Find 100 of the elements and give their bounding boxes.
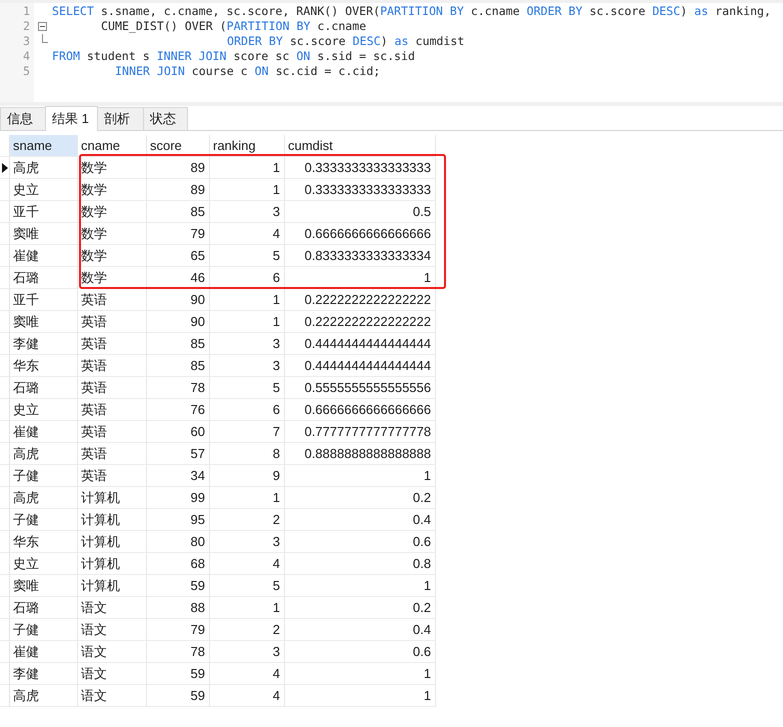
table-cell: 语文 xyxy=(78,597,147,619)
row-header-cell[interactable] xyxy=(0,399,10,421)
table-cell: 语文 xyxy=(78,685,147,707)
table-cell: 60 xyxy=(147,421,210,443)
table-cell: 数学 xyxy=(78,267,147,289)
table-cell: 英语 xyxy=(78,465,147,487)
row-header-cell[interactable] xyxy=(0,663,10,685)
column-header[interactable]: sname xyxy=(10,135,78,157)
table-cell: 计算机 xyxy=(78,487,147,509)
table-cell: 0.2222222222222222 xyxy=(285,289,436,311)
row-header-cell[interactable] xyxy=(0,421,10,443)
table-cell: 5 xyxy=(210,575,285,597)
row-header-cell[interactable] xyxy=(0,245,10,267)
table-cell: 语文 xyxy=(78,663,147,685)
table-cell: 李健 xyxy=(10,333,78,355)
table-cell: 1 xyxy=(210,311,285,333)
table-cell: 崔健 xyxy=(10,245,78,267)
row-header-cell[interactable] xyxy=(0,531,10,553)
table-cell: 0.4 xyxy=(285,619,436,641)
row-header-cell[interactable] xyxy=(0,267,10,289)
row-header-cell[interactable] xyxy=(0,509,10,531)
row-header-cell[interactable] xyxy=(0,685,10,707)
table-cell: 0.7777777777777778 xyxy=(285,421,436,443)
row-header-cell[interactable] xyxy=(0,179,10,201)
column-header[interactable]: score xyxy=(147,135,210,157)
table-cell: 1 xyxy=(210,289,285,311)
column-header[interactable]: ranking xyxy=(210,135,285,157)
table-cell: 英语 xyxy=(78,289,147,311)
row-header-cell[interactable] xyxy=(0,641,10,663)
code-line: CUME_DIST() OVER (PARTITION BY c.cname xyxy=(101,19,366,34)
table-cell: 高虎 xyxy=(10,157,78,179)
row-header-cell[interactable] xyxy=(0,223,10,245)
table-cell: 78 xyxy=(147,641,210,663)
table-cell: 史立 xyxy=(10,553,78,575)
table-cell: 0.6666666666666666 xyxy=(285,399,436,421)
table-cell: 3 xyxy=(210,333,285,355)
code-line: SELECT s.sname, c.cname, sc.score, RANK() OVER(PARTITION BY c.cname ORDER BY sc.score DESC) as ranking, xyxy=(52,4,772,19)
table-cell: 0.8888888888888888 xyxy=(285,443,436,465)
table-cell: 史立 xyxy=(10,399,78,421)
table-cell: 窦唯 xyxy=(10,311,78,333)
row-header-cell[interactable] xyxy=(0,443,10,465)
table-cell: 6 xyxy=(210,267,285,289)
line-number: 4 xyxy=(22,49,31,64)
table-cell: 1 xyxy=(285,575,436,597)
table-cell: 0.2222222222222222 xyxy=(285,311,436,333)
column-header[interactable]: cumdist xyxy=(285,135,436,157)
tab[interactable]: 状态 xyxy=(142,107,188,130)
table-cell: 7 xyxy=(210,421,285,443)
table-cell: 0.4444444444444444 xyxy=(285,333,436,355)
row-header-cell[interactable] xyxy=(0,377,10,399)
table-cell: 子健 xyxy=(10,465,78,487)
table-cell: 计算机 xyxy=(78,575,147,597)
table-cell: 英语 xyxy=(78,355,147,377)
table-cell: 数学 xyxy=(78,157,147,179)
table-cell: 0.3333333333333333 xyxy=(285,179,436,201)
row-header-cell[interactable] xyxy=(0,465,10,487)
fold-collapse-icon[interactable] xyxy=(38,22,47,31)
table-cell: 88 xyxy=(147,597,210,619)
table-cell: 数学 xyxy=(78,179,147,201)
table-cell: 石璐 xyxy=(10,267,78,289)
tab[interactable]: 剖析 xyxy=(98,107,143,130)
code-line: INNER JOIN course c ON sc.cid = c.cid; xyxy=(115,64,380,79)
table-cell: 4 xyxy=(210,663,285,685)
row-header-cell[interactable] xyxy=(0,311,10,333)
row-header-cell[interactable] xyxy=(0,597,10,619)
row-header-cell[interactable] xyxy=(0,355,10,377)
table-cell: 1 xyxy=(285,685,436,707)
table-cell: 4 xyxy=(210,685,285,707)
table-cell: 1 xyxy=(210,597,285,619)
row-header-cell[interactable] xyxy=(0,157,10,179)
table-cell: 76 xyxy=(147,399,210,421)
tab[interactable]: 结果 1 xyxy=(45,106,98,131)
row-header-cell[interactable] xyxy=(0,201,10,223)
table-cell: 窦唯 xyxy=(10,575,78,597)
table-cell: 8 xyxy=(210,443,285,465)
table-cell: 3 xyxy=(210,531,285,553)
table-cell: 80 xyxy=(147,531,210,553)
table-cell: 窦唯 xyxy=(10,223,78,245)
table-cell: 85 xyxy=(147,333,210,355)
table-cell: 89 xyxy=(147,157,210,179)
table-cell: 0.8333333333333334 xyxy=(285,245,436,267)
row-header-cell[interactable] xyxy=(0,487,10,509)
column-header[interactable]: cname xyxy=(78,135,147,157)
row-header-cell[interactable] xyxy=(0,553,10,575)
row-header-cell[interactable] xyxy=(0,575,10,597)
table-cell: 5 xyxy=(210,377,285,399)
table-cell: 1 xyxy=(285,663,436,685)
row-header-cell[interactable] xyxy=(0,333,10,355)
table-cell: 90 xyxy=(147,311,210,333)
table-cell: 崔健 xyxy=(10,421,78,443)
table-cell: 6 xyxy=(210,399,285,421)
tab[interactable]: 信息 xyxy=(0,107,45,130)
table-cell: 语文 xyxy=(78,619,147,641)
table-cell: 90 xyxy=(147,289,210,311)
table-cell: 高虎 xyxy=(10,487,78,509)
table-cell: 79 xyxy=(147,223,210,245)
row-header-cell[interactable] xyxy=(0,289,10,311)
table-cell: 亚千 xyxy=(10,289,78,311)
table-cell: 0.6 xyxy=(285,641,436,663)
row-header-cell[interactable] xyxy=(0,619,10,641)
